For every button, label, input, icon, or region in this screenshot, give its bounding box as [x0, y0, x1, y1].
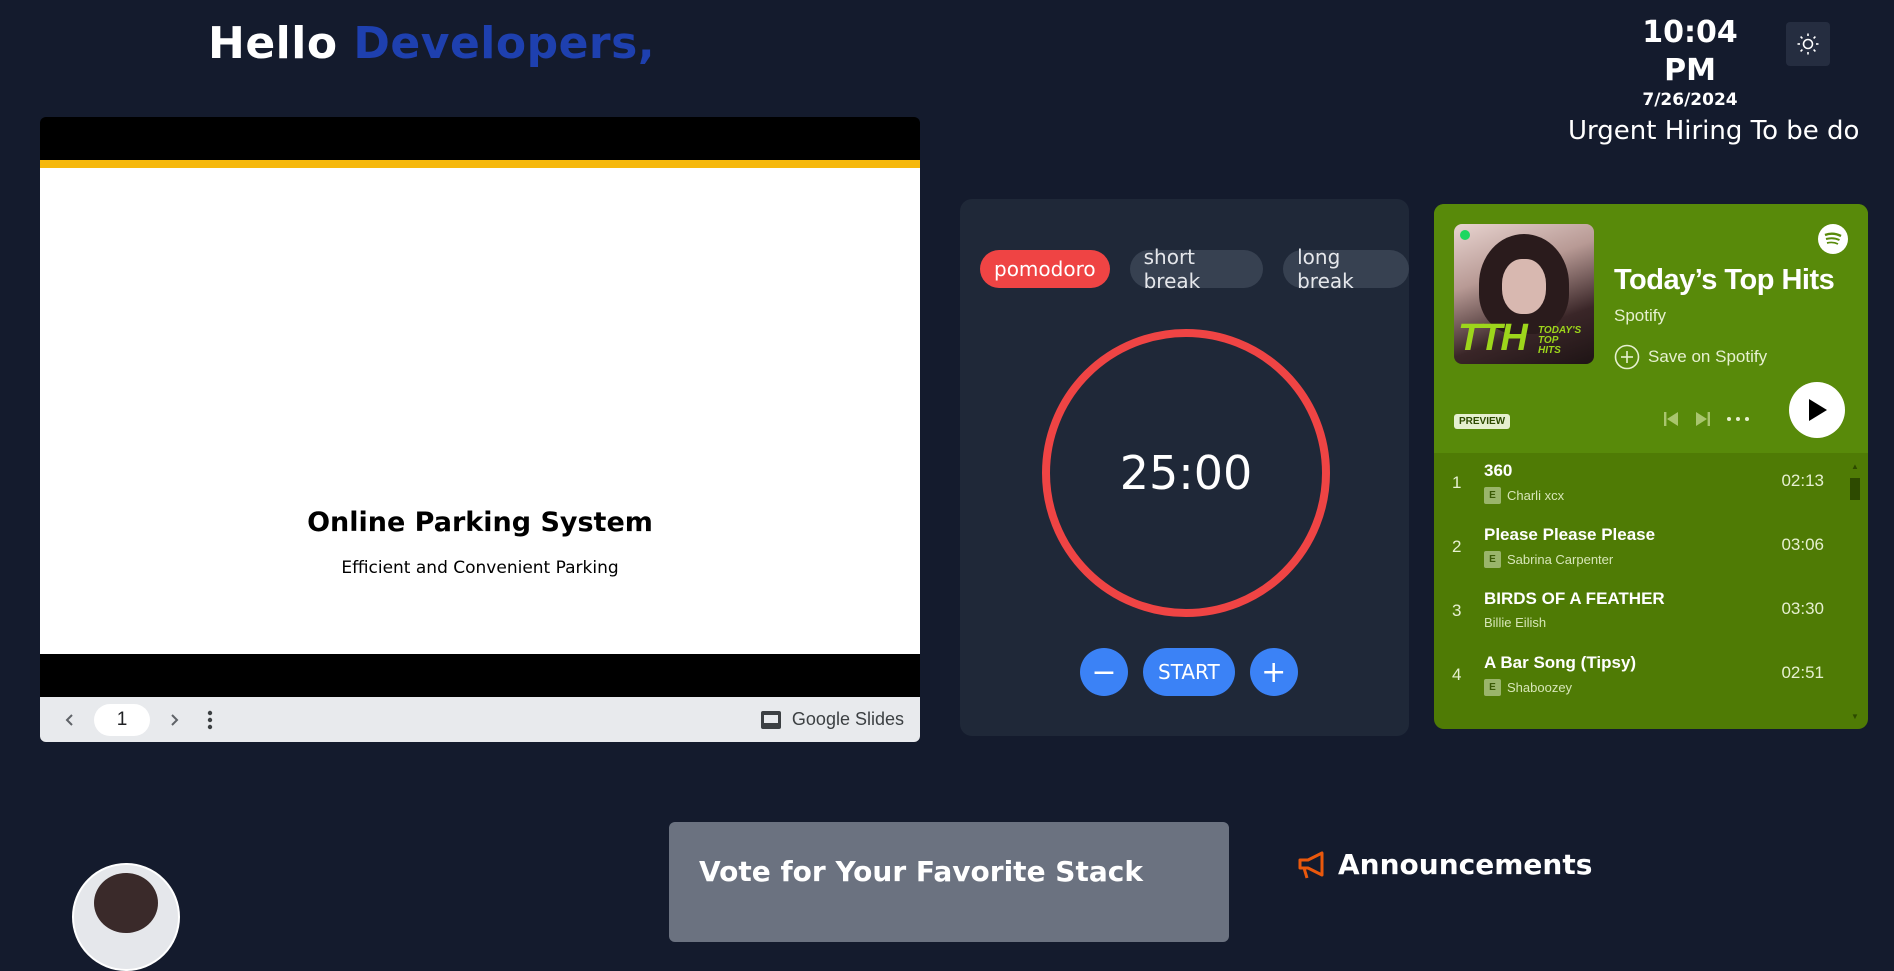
play-icon [1809, 399, 1827, 421]
track-number: 3 [1452, 601, 1462, 620]
vote-title: Vote for Your Favorite Stack [699, 855, 1143, 888]
avatar-hair [94, 873, 158, 933]
clock-date: 7/26/2024 [1642, 90, 1738, 110]
track-artist-line: E Shaboozey [1484, 679, 1572, 696]
track-artist: Sabrina Carpenter [1507, 552, 1614, 567]
hiring-marquee: Urgent Hiring To be done [1568, 116, 1858, 146]
page-number-input[interactable]: 1 [94, 703, 150, 736]
track-number: 2 [1452, 537, 1462, 556]
marquee-text: Urgent Hiring To be done [1568, 116, 1858, 146]
pomodoro-card: pomodoro short break long break 25:00 − … [960, 199, 1409, 736]
player-controls [1662, 410, 1750, 428]
track-duration: 03:30 [1781, 599, 1824, 618]
announcements-title: Announcements [1338, 848, 1593, 881]
greeting-name: Developers, [353, 18, 656, 69]
slide-title: Online Parking System [307, 507, 653, 538]
track-artist-line: Billie Eilish [1484, 615, 1546, 630]
slides-embed[interactable]: Online Parking System Efficient and Conv… [40, 117, 920, 742]
announcements-header: Announcements [1296, 848, 1592, 881]
google-slides-link[interactable]: Google Slides [760, 709, 904, 730]
google-slides-label: Google Slides [791, 709, 904, 729]
slides-toolbar: 1 Google Slides [40, 697, 920, 742]
skip-forward-icon[interactable] [1694, 410, 1712, 428]
track-artist: Charli xcx [1507, 488, 1565, 503]
tab-long-break[interactable]: long break [1283, 245, 1409, 293]
clock: 10:04 PM 7/26/2024 [1615, 14, 1765, 110]
track-list-scrollbar[interactable]: ▲ ▼ [1850, 460, 1860, 725]
prev-slide-button[interactable] [52, 702, 88, 738]
scroll-up-icon[interactable]: ▲ [1851, 462, 1859, 471]
play-button[interactable] [1789, 382, 1845, 438]
track-number: 4 [1452, 665, 1462, 684]
vote-card: Vote for Your Favorite Stack [669, 822, 1229, 942]
save-label: Save on Spotify [1648, 347, 1768, 366]
track-title: Please Please Please [1484, 525, 1656, 544]
spotify-embed: TTH TODAY'S TOP HITS Today’s Top Hits Spot… [1434, 204, 1868, 729]
track-row[interactable]: 3 BIRDS OF A FEATHER Billie Eilish 03:30 [1434, 581, 1854, 643]
more-vertical-icon [207, 710, 213, 729]
spotify-logo-icon[interactable] [1818, 224, 1848, 254]
playlist-title[interactable]: Today’s Top Hits [1614, 264, 1835, 297]
explicit-badge: E [1484, 487, 1501, 504]
cover-face [1502, 259, 1546, 314]
track-number: 1 [1452, 473, 1462, 492]
track-artist: Shaboozey [1507, 680, 1573, 695]
theme-toggle-button[interactable] [1786, 22, 1830, 66]
clock-time: 10:04 PM [1642, 15, 1738, 88]
save-on-spotify-button[interactable]: Save on Spotify [1614, 344, 1767, 370]
track-artist: Billie Eilish [1484, 615, 1547, 630]
skip-back-icon[interactable] [1662, 410, 1680, 428]
track-artist-line: E Sabrina Carpenter [1484, 551, 1613, 568]
decrease-time-button[interactable]: − [1080, 648, 1128, 696]
start-button[interactable]: START [1143, 648, 1235, 696]
chevron-right-icon [171, 713, 179, 726]
track-row[interactable]: 2 Please Please Please E Sabrina Carpent… [1434, 517, 1854, 579]
slide-letterbox-bottom [40, 654, 920, 697]
playlist-owner[interactable]: Spotify [1614, 306, 1666, 326]
scroll-thumb[interactable] [1850, 478, 1860, 500]
greeting: Hello Developers, [208, 18, 655, 69]
timer-display: 25:00 [1119, 446, 1253, 500]
pomodoro-tabs: pomodoro short break long break [980, 245, 1409, 293]
tab-pomodoro[interactable]: pomodoro [980, 250, 1110, 288]
track-title: 360 [1484, 461, 1513, 480]
greeting-prefix: Hello [208, 18, 338, 69]
track-artist-line: E Charli xcx [1484, 487, 1564, 504]
timer-controls: − START + [1080, 648, 1298, 696]
explicit-badge: E [1484, 551, 1501, 568]
slides-icon [760, 710, 781, 729]
playlist-cover[interactable]: TTH TODAY'S TOP HITS [1454, 224, 1594, 364]
slide-canvas [40, 168, 920, 697]
more-horizontal-icon[interactable] [1726, 416, 1750, 422]
track-title: BIRDS OF A FEATHER [1484, 589, 1665, 608]
explicit-badge: E [1484, 679, 1501, 696]
avatar [72, 863, 180, 971]
cover-logo: TTH [1458, 317, 1528, 359]
chevron-left-icon [65, 713, 73, 726]
spotify-mini-icon [1460, 230, 1470, 240]
slide-accent-stripe [40, 160, 920, 168]
track-duration: 02:51 [1781, 663, 1824, 682]
cover-logo-text: TODAY'S TOP HITS [1538, 325, 1582, 356]
scroll-down-icon[interactable]: ▼ [1851, 712, 1859, 721]
track-duration: 02:13 [1781, 471, 1824, 490]
megaphone-icon [1298, 851, 1324, 878]
track-list: 1 360 E Charli xcx 02:13 2 Please Please… [1434, 453, 1868, 729]
more-options-button[interactable] [192, 702, 228, 738]
track-title: A Bar Song (Tipsy) [1484, 653, 1637, 672]
next-slide-button[interactable] [156, 702, 192, 738]
sun-icon [1797, 33, 1819, 55]
increase-time-button[interactable]: + [1249, 648, 1298, 696]
track-duration: 03:06 [1781, 535, 1824, 554]
preview-badge: PREVIEW [1454, 414, 1511, 429]
slide-subtitle: Efficient and Convenient Parking [341, 558, 619, 578]
track-row[interactable]: 1 360 E Charli xcx 02:13 [1434, 453, 1854, 515]
timer-ring: 25:00 [1042, 329, 1330, 617]
tab-short-break[interactable]: short break [1129, 245, 1264, 293]
add-circle-icon [1614, 344, 1640, 370]
track-row[interactable]: 4 A Bar Song (Tipsy) E Shaboozey 02:51 [1434, 645, 1854, 707]
